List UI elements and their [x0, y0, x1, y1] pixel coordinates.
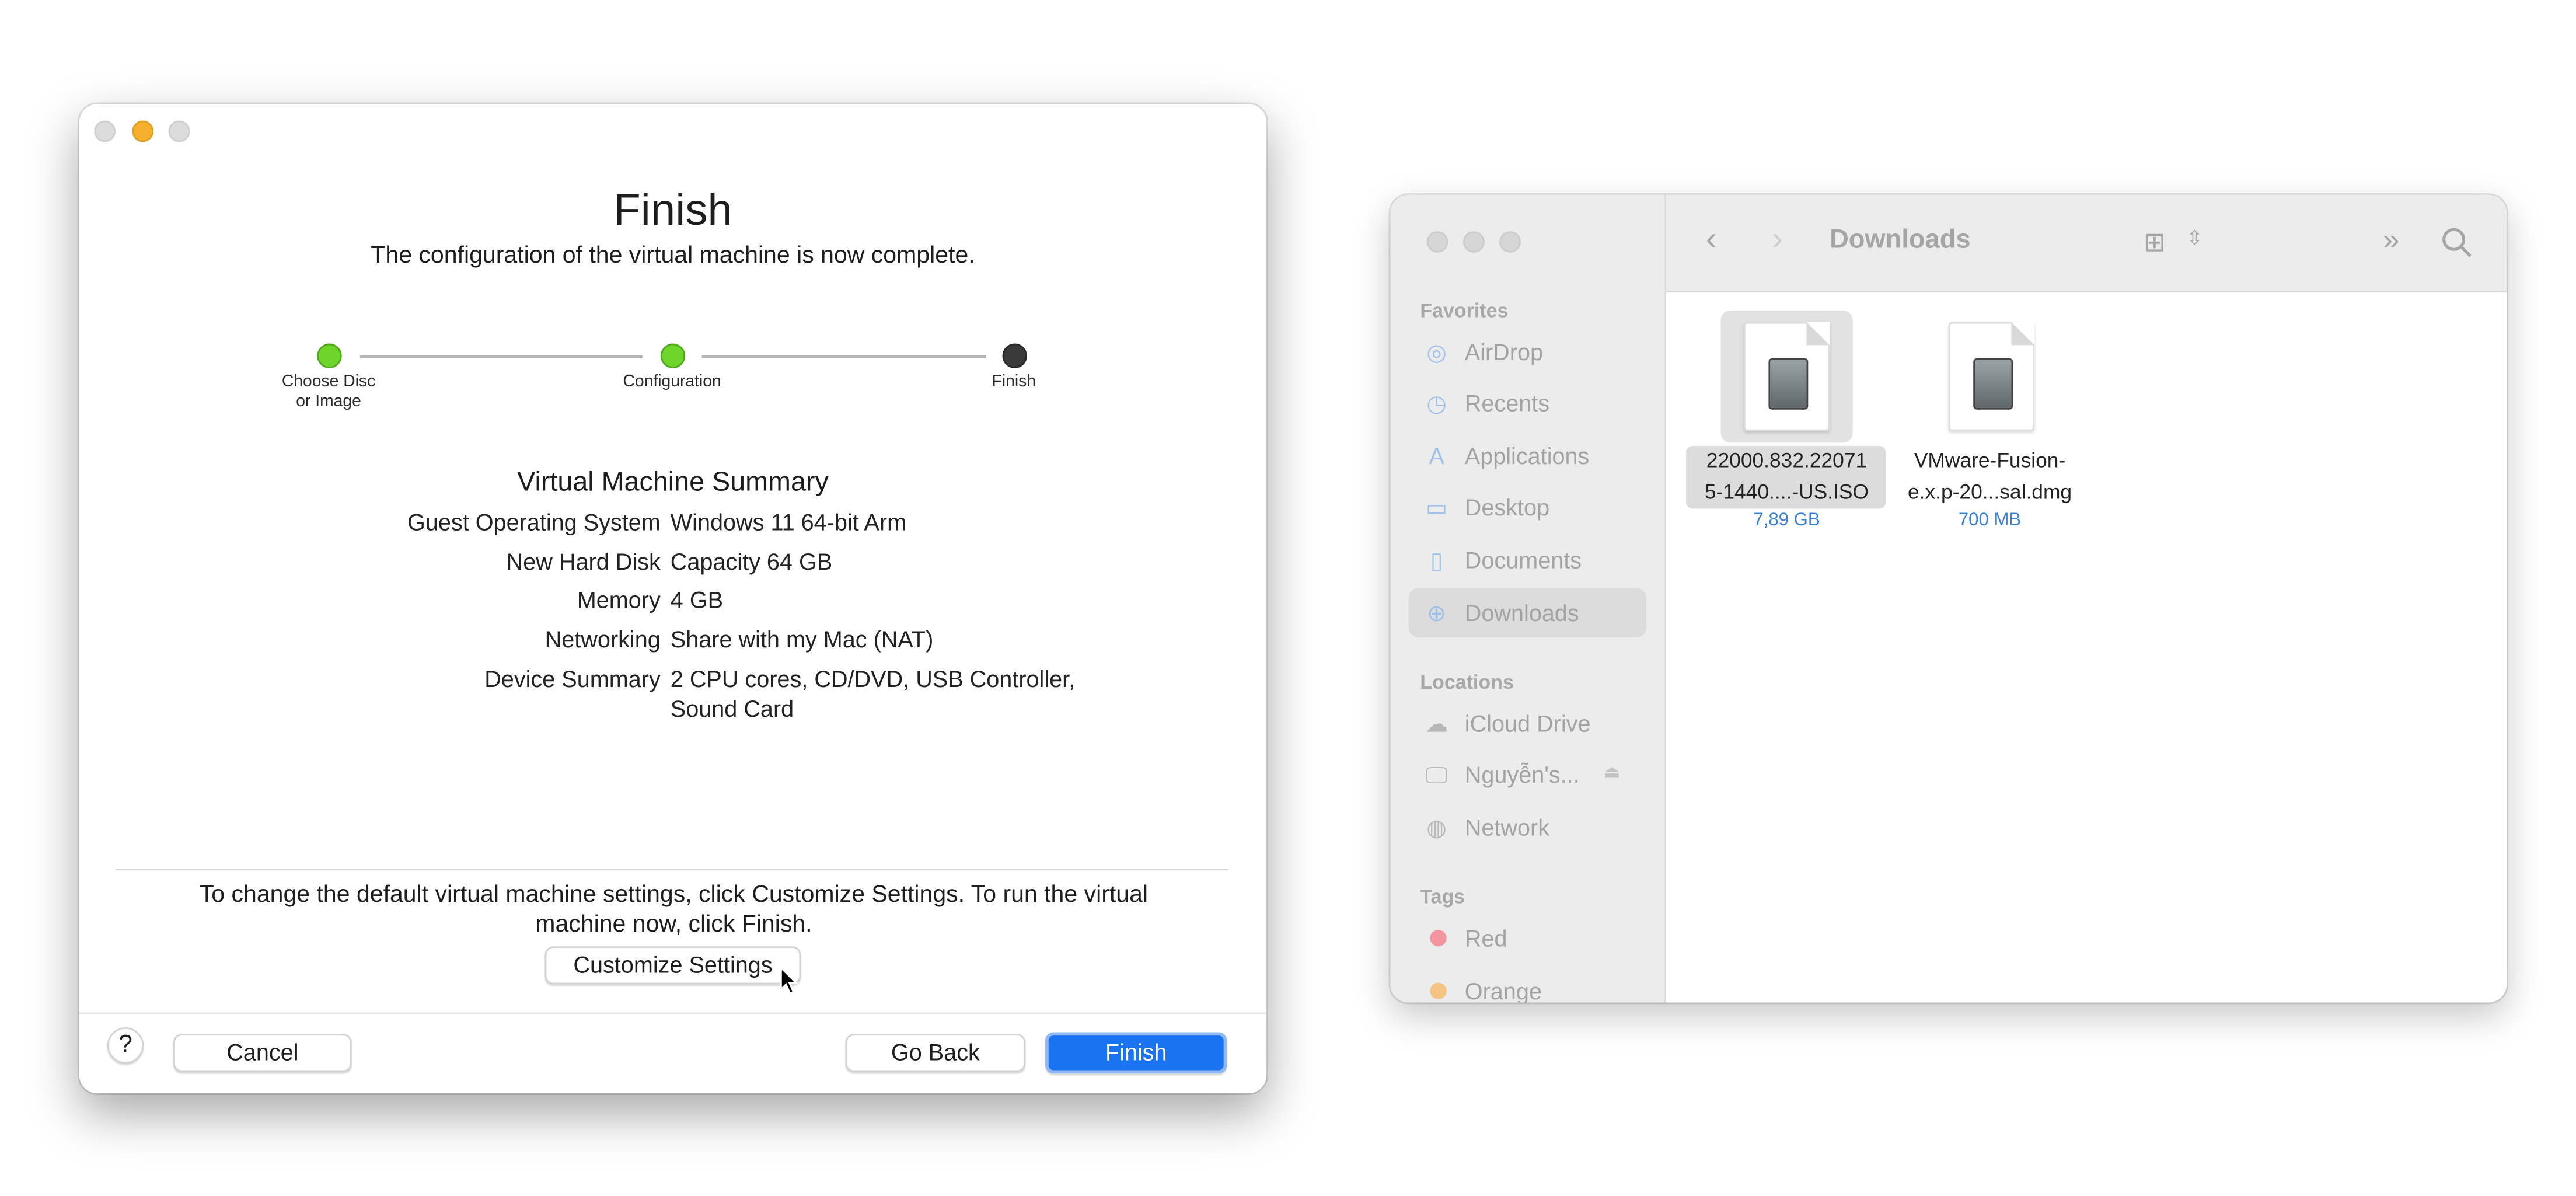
finder-window: Favorites ◎ AirDrop ◷ Recents A Application…: [1390, 194, 2507, 1003]
search-icon[interactable]: [2441, 226, 2474, 260]
cancel-button[interactable]: Cancel: [173, 1034, 352, 1072]
sidebar-item-tag-orange[interactable]: Orange: [1409, 966, 1646, 1003]
sidebar-item-documents[interactable]: ▯ Documents: [1409, 535, 1646, 585]
step-dot-configuration: [660, 343, 686, 368]
document-icon: ▯: [1430, 546, 1443, 573]
summary-label: Memory: [577, 586, 661, 613]
zoom-button[interactable]: [1499, 231, 1521, 253]
file-name[interactable]: VMware-Fusion-e.x.p-20...sal.dmg: [1889, 446, 2090, 509]
disk-image-file-icon[interactable]: [1743, 322, 1830, 431]
sidebar-item-computer[interactable]: 🖵 Nguyễn's... ⏏: [1409, 750, 1646, 800]
sidebar-section-locations: Locations: [1420, 670, 1514, 694]
applications-icon: A: [1429, 442, 1444, 469]
clock-icon: ◷: [1426, 389, 1447, 417]
eject-icon[interactable]: ⏏: [1603, 761, 1620, 783]
sidebar-item-tag-red[interactable]: Red: [1409, 913, 1646, 963]
summary-value: 4 GB: [670, 586, 724, 613]
step-label-configuration: Configuration: [623, 373, 721, 392]
customize-settings-button[interactable]: Customize Settings: [544, 946, 801, 985]
footer-divider: [79, 1012, 1267, 1014]
summary-value: Share with my Mac (NAT): [670, 626, 934, 653]
page-title: Finish: [613, 184, 732, 235]
cloud-icon: ☁: [1425, 710, 1448, 737]
go-back-button[interactable]: Go Back: [845, 1034, 1026, 1072]
disk-image-file-icon[interactable]: [1948, 322, 2034, 431]
sidebar-item-recents[interactable]: ◷ Recents: [1409, 378, 1646, 428]
summary-label: Device Summary: [484, 665, 661, 692]
summary-label: Guest Operating System: [407, 508, 661, 535]
more-chevrons-icon[interactable]: »: [2383, 223, 2399, 257]
desktop-icon: ▭: [1425, 494, 1448, 521]
file-size: 700 MB: [1958, 510, 2022, 531]
summary-label: Networking: [544, 626, 661, 653]
step-label-choose-disc: Choose Disc or Image: [281, 373, 376, 412]
close-button[interactable]: [94, 120, 116, 142]
airdrop-icon: ◎: [1426, 339, 1447, 365]
forward-button-chevron-right-icon[interactable]: ›: [1772, 221, 1783, 259]
sidebar-item-icloud-drive[interactable]: ☁ iCloud Drive: [1409, 699, 1646, 748]
window-title: Downloads: [1830, 226, 1971, 254]
hard-disk-icon: [1768, 358, 1809, 410]
step-dot-finish: [1002, 343, 1027, 368]
sidebar-section-favorites: Favorites: [1420, 299, 1509, 322]
sidebar-item-downloads[interactable]: ⊕ Downloads: [1408, 588, 1647, 638]
globe-icon: ◍: [1426, 814, 1447, 841]
finder-sidebar: Favorites ◎ AirDrop ◷ Recents A Application…: [1390, 194, 1666, 1003]
summary-value: Capacity 64 GB: [670, 548, 833, 575]
tag-orange-dot-icon: [1430, 982, 1447, 999]
download-icon: ⊕: [1427, 599, 1447, 626]
chevron-updown-icon[interactable]: ⇳: [2186, 226, 2202, 250]
step-connector: [359, 355, 643, 359]
computer-icon: 🖵: [1425, 761, 1448, 788]
file-name[interactable]: 22000.832.22071 5-1440....-US.ISO: [1686, 446, 1887, 509]
summary-value: 2 CPU cores, CD/DVD, USB Controller, Sou…: [670, 665, 1076, 722]
zoom-button[interactable]: [168, 120, 190, 142]
view-grid-icon[interactable]: ⊞: [2144, 226, 2166, 260]
tag-red-dot-icon: [1430, 930, 1447, 947]
page-subtitle: The configuration of the virtual machine…: [371, 242, 975, 270]
minimize-button[interactable]: [132, 120, 154, 142]
summary-label: New Hard Disk: [506, 548, 661, 575]
step-label-finish: Finish: [992, 373, 1036, 392]
sidebar-section-tags: Tags: [1420, 885, 1465, 909]
mouse-cursor-icon: [780, 966, 798, 995]
divider: [116, 869, 1229, 871]
step-connector: [701, 355, 986, 359]
sidebar-item-airdrop[interactable]: ◎ AirDrop: [1409, 327, 1646, 376]
file-size: 7,89 GB: [1753, 510, 1820, 531]
sidebar-item-desktop[interactable]: ▭ Desktop: [1409, 482, 1646, 532]
finish-button[interactable]: Finish: [1045, 1032, 1227, 1074]
summary-value: Windows 11 64-bit Arm: [670, 508, 907, 535]
sidebar-item-applications[interactable]: A Applications: [1409, 431, 1646, 480]
hint-text: To change the default virtual machine se…: [199, 881, 1149, 939]
finder-toolbar: ‹ › Downloads ⊞ ⇳ »: [1666, 194, 2507, 292]
back-button-chevron-left-icon[interactable]: ‹: [1706, 221, 1717, 259]
vm-wizard-window: Finish The configuration of the virtual …: [79, 104, 1267, 1094]
step-dot-choose-disc: [317, 343, 342, 368]
sidebar-item-network[interactable]: ◍ Network: [1409, 803, 1646, 852]
help-button[interactable]: ?: [107, 1027, 144, 1064]
hard-disk-icon: [1973, 358, 2013, 410]
close-button[interactable]: [1426, 231, 1448, 253]
minimize-button[interactable]: [1462, 231, 1485, 253]
summary-title: Virtual Machine Summary: [517, 467, 829, 497]
